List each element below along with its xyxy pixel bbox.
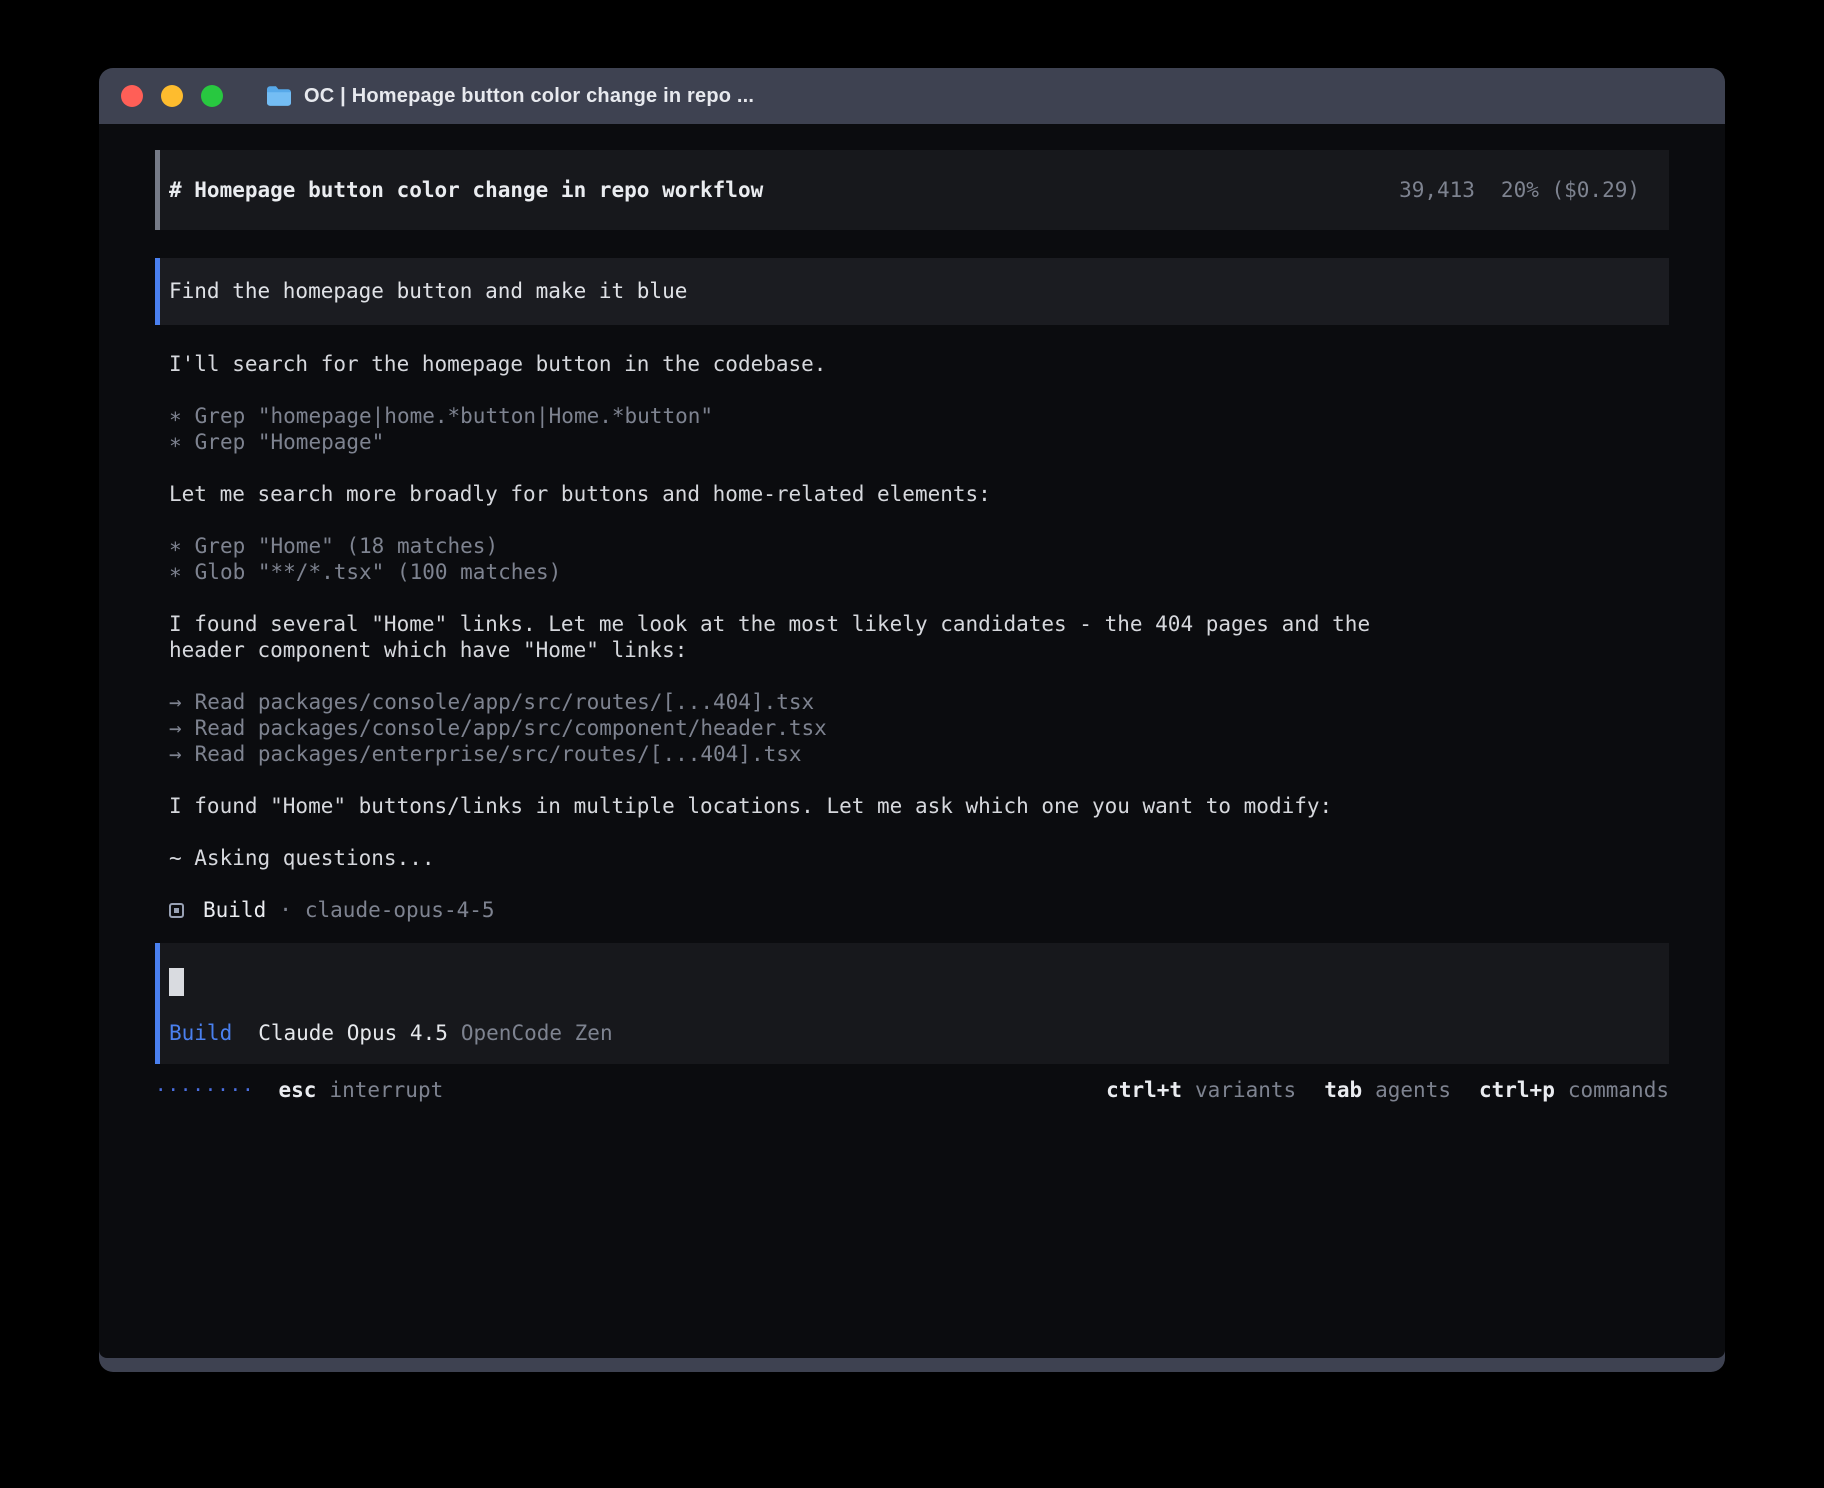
agent-status-line: Build · claude-opus-4-5 bbox=[169, 897, 1669, 923]
tool-call-text: Read packages/enterprise/src/routes/[...… bbox=[195, 742, 802, 766]
context-usage: 20% ($0.29) bbox=[1501, 177, 1640, 203]
session-stats: 39,413 20% ($0.29) bbox=[1399, 177, 1640, 203]
assistant-paragraph: I found several "Home" links. Let me loo… bbox=[169, 611, 1404, 663]
tool-call-group: → Read packages/console/app/src/routes/[.… bbox=[169, 689, 1669, 767]
folder-icon bbox=[267, 86, 291, 106]
shortcut-label: variants bbox=[1195, 1077, 1296, 1103]
tool-call: ∗ Glob "**/*.tsx" (100 matches) bbox=[169, 559, 1669, 585]
shortcut-variants: ctrl+t variants bbox=[1106, 1077, 1296, 1103]
zoom-button[interactable] bbox=[201, 85, 223, 107]
shortcut-commands: ctrl+p commands bbox=[1479, 1077, 1669, 1103]
separator-dot: · bbox=[279, 897, 292, 923]
tool-call-text: Grep "Home" (18 matches) bbox=[195, 534, 498, 558]
traffic-lights bbox=[121, 85, 223, 107]
esc-key-action: interrupt bbox=[329, 1077, 443, 1103]
titlebar[interactable]: OC | Homepage button color change in rep… bbox=[99, 68, 1725, 124]
tool-call-text: Grep "homepage|home.*button|Home.*button… bbox=[195, 404, 713, 428]
minimize-button[interactable] bbox=[161, 85, 183, 107]
arrow-right-icon: → bbox=[169, 716, 182, 740]
session-title: # Homepage button color change in repo w… bbox=[169, 177, 763, 203]
user-message: Find the homepage button and make it blu… bbox=[155, 258, 1669, 325]
text-cursor bbox=[169, 968, 184, 996]
shortcut-agents: tab agents bbox=[1324, 1077, 1451, 1103]
close-button[interactable] bbox=[121, 85, 143, 107]
tool-call: → Read packages/enterprise/src/routes/[..… bbox=[169, 741, 1669, 767]
status-bar: ········ esc interrupt ctrl+t variants t… bbox=[155, 1077, 1669, 1103]
terminal-window: OC | Homepage button color change in rep… bbox=[99, 68, 1725, 1372]
model-label: Claude Opus 4.5 bbox=[258, 1020, 448, 1046]
desktop-background: OC | Homepage button color change in rep… bbox=[0, 0, 1824, 1488]
prompt-input[interactable]: Build Claude Opus 4.5 OpenCode Zen bbox=[155, 943, 1669, 1064]
tool-call: ∗ Grep "homepage|home.*button|Home.*butto… bbox=[169, 403, 1669, 429]
tool-call-text: Read packages/console/app/src/routes/[..… bbox=[195, 690, 815, 714]
shortcut-key: ctrl+t bbox=[1106, 1077, 1182, 1103]
arrow-right-icon: → bbox=[169, 690, 182, 714]
assistant-paragraph: I found "Home" buttons/links in multiple… bbox=[169, 793, 1404, 819]
assistant-paragraph: Let me search more broadly for buttons a… bbox=[169, 481, 1404, 507]
shortcut-label: agents bbox=[1375, 1077, 1451, 1103]
tool-call: → Read packages/console/app/src/routes/[.… bbox=[169, 689, 1669, 715]
input-modeline: Build Claude Opus 4.5 OpenCode Zen bbox=[169, 1020, 1640, 1046]
terminal-content: # Homepage button color change in repo w… bbox=[99, 124, 1725, 1358]
shortcut-key: tab bbox=[1324, 1077, 1362, 1103]
working-status: ~ Asking questions... bbox=[169, 845, 1404, 871]
status-bar-shortcuts: ctrl+t variants tab agents ctrl+p comman… bbox=[1106, 1077, 1669, 1103]
agent-mode-label: Build bbox=[169, 1020, 232, 1046]
tool-call: ∗ Grep "Home" (18 matches) bbox=[169, 533, 1669, 559]
tool-marker-icon: ∗ bbox=[169, 560, 182, 584]
shortcut-label: commands bbox=[1568, 1077, 1669, 1103]
spinner-dots-icon: ········ bbox=[155, 1077, 255, 1103]
tool-call-text: Glob "**/*.tsx" (100 matches) bbox=[195, 560, 562, 584]
agent-badge-icon bbox=[169, 903, 184, 918]
tool-call-group: ∗ Grep "Home" (18 matches) ∗ Glob "**/*.ts… bbox=[169, 533, 1669, 585]
assistant-paragraph: I'll search for the homepage button in t… bbox=[169, 351, 1404, 377]
provider-label: OpenCode Zen bbox=[461, 1020, 613, 1046]
status-bar-left: ········ esc interrupt bbox=[155, 1077, 443, 1103]
tool-marker-icon: ∗ bbox=[169, 430, 182, 454]
arrow-right-icon: → bbox=[169, 742, 182, 766]
esc-key-hint: esc bbox=[279, 1077, 317, 1103]
tool-call-text: Read packages/console/app/src/component/… bbox=[195, 716, 827, 740]
shortcut-key: ctrl+p bbox=[1479, 1077, 1555, 1103]
tool-call: ∗ Grep "Homepage" bbox=[169, 429, 1669, 455]
agent-model: claude-opus-4-5 bbox=[305, 897, 495, 923]
tool-call: → Read packages/console/app/src/component… bbox=[169, 715, 1669, 741]
token-count: 39,413 bbox=[1399, 177, 1475, 203]
session-header: # Homepage button color change in repo w… bbox=[155, 150, 1669, 230]
window-title: OC | Homepage button color change in rep… bbox=[304, 85, 754, 108]
tool-marker-icon: ∗ bbox=[169, 404, 182, 428]
agent-name: Build bbox=[203, 897, 266, 923]
tool-call-group: ∗ Grep "homepage|home.*button|Home.*butto… bbox=[169, 403, 1669, 455]
user-message-text: Find the homepage button and make it blu… bbox=[169, 279, 687, 303]
tool-call-text: Grep "Homepage" bbox=[195, 430, 385, 454]
tool-marker-icon: ∗ bbox=[169, 534, 182, 558]
title-area: OC | Homepage button color change in rep… bbox=[267, 85, 754, 108]
